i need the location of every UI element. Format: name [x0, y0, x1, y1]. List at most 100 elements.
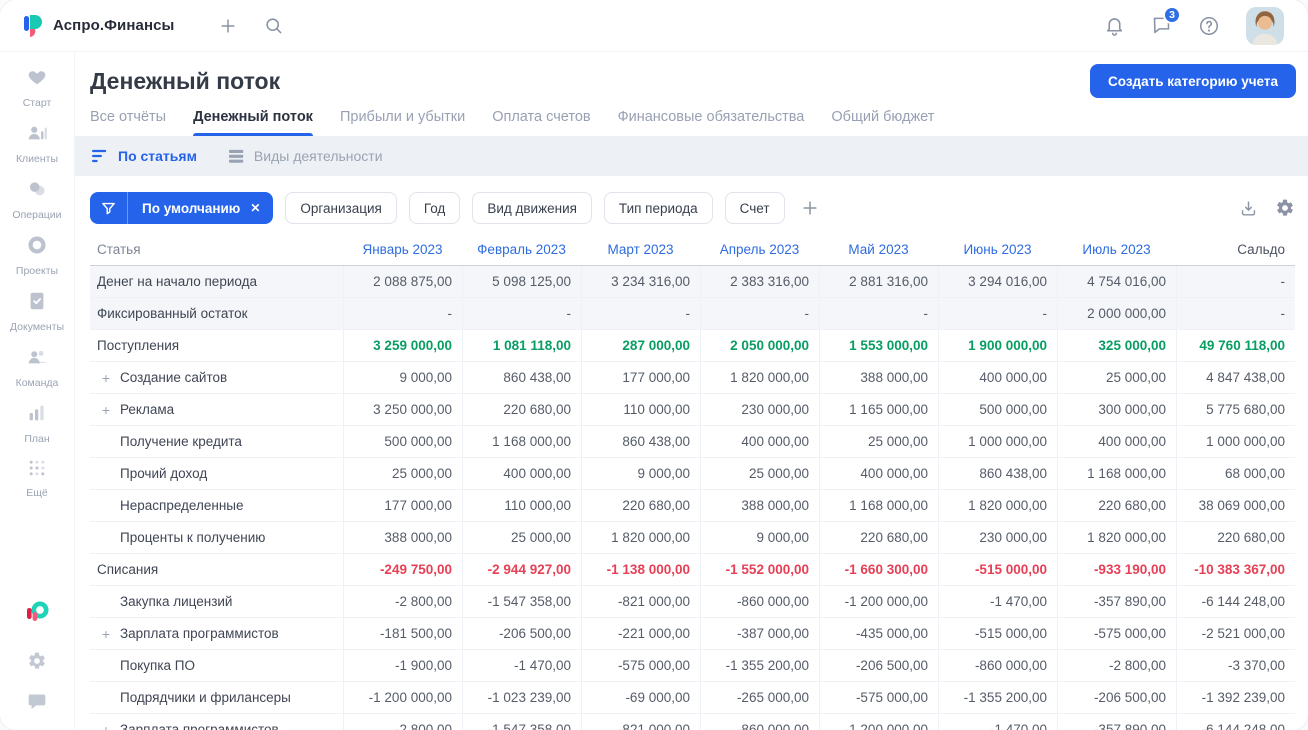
table-row[interactable]: + Создание сайтов 9 000,00 860 438,00 177 00…	[90, 362, 1295, 394]
column-header[interactable]: Январь 2023	[343, 242, 462, 257]
filter-chip[interactable]: Организация	[285, 192, 397, 224]
value-cell: -2 800,00	[343, 586, 462, 617]
expand-plus-icon[interactable]: +	[101, 403, 111, 417]
table-row[interactable]: + Реклама 3 250 000,00 220 680,00 110 000,00…	[90, 394, 1295, 426]
value-cell: 325 000,00	[1057, 330, 1176, 361]
filter-chip[interactable]: Счет	[724, 192, 785, 224]
table-row[interactable]: Покупка ПО -1 900,00 -1 470,00 -575 000,00-…	[90, 650, 1295, 682]
active-filter-pill[interactable]: По умолчанию ✕	[90, 192, 274, 224]
row-label: Денег на начало периода	[90, 266, 343, 297]
sidebar-item-more[interactable]: Ещё	[10, 458, 64, 499]
value-cell: 1 820 000,00	[938, 490, 1057, 521]
row-label: Нераспределенные	[90, 490, 343, 521]
value-cell: 500 000,00	[938, 394, 1057, 425]
column-header[interactable]: Июль 2023	[1057, 242, 1176, 257]
table-row[interactable]: Получение кредита 500 000,00 1 168 000,00 8…	[90, 426, 1295, 458]
value-cell: 860 438,00	[581, 426, 700, 457]
table-row[interactable]: Прочий доход 25 000,00 400 000,00 9 000,00 2…	[90, 458, 1295, 490]
support-chat-icon[interactable]	[27, 692, 47, 712]
download-icon[interactable]	[1239, 198, 1258, 218]
table-row[interactable]: Проценты к получению 388 000,00 25 000,00 1…	[90, 522, 1295, 554]
table-row[interactable]: Нераспределенные 177 000,00 110 000,00 220 …	[90, 490, 1295, 522]
sidebar-item-documents[interactable]: Документы	[10, 290, 64, 333]
sidebar-item-team[interactable]: Команда	[10, 346, 64, 389]
clients-icon	[26, 122, 48, 149]
sidebar-item-projects[interactable]: Проекты	[10, 234, 64, 277]
value-cell: -1 392 239,00	[1176, 682, 1295, 713]
filter-chip[interactable]: Тип периода	[603, 192, 713, 224]
create-category-button[interactable]: Создать категорию учета	[1090, 64, 1296, 98]
value-cell: -435 000,00	[819, 618, 938, 649]
filter-chip[interactable]: Вид движения	[472, 192, 592, 224]
tab-report[interactable]: Оплата счетов	[492, 109, 590, 136]
tab-report[interactable]: Прибыли и убытки	[340, 109, 465, 136]
value-cell: 49 760 118,00	[1176, 330, 1295, 361]
notifications-bell-icon[interactable]	[1104, 15, 1125, 36]
value-cell: 2 050 000,00	[700, 330, 819, 361]
value-cell: 5 775 680,00	[1176, 394, 1295, 425]
column-header[interactable]: Статья	[90, 242, 343, 257]
value-cell: -1 200 000,00	[819, 714, 938, 730]
column-header[interactable]: Сальдо	[1176, 242, 1295, 257]
value-cell: 1 900 000,00	[938, 330, 1057, 361]
tab-active-report[interactable]: Денежный поток	[193, 109, 313, 136]
help-icon[interactable]	[1198, 15, 1220, 37]
messages-chat-icon[interactable]: 3	[1151, 5, 1181, 38]
tab-report[interactable]: Общий бюджет	[831, 109, 934, 136]
clear-filter-icon[interactable]: ✕	[250, 201, 260, 215]
value-cell: 220 680,00	[462, 394, 581, 425]
column-header[interactable]: Май 2023	[819, 242, 938, 257]
column-header[interactable]: Февраль 2023	[462, 242, 581, 257]
table-row[interactable]: Подрядчики и фрилансеры -1 200 000,00 -1 0…	[90, 682, 1295, 714]
row-label-text: Создание сайтов	[120, 370, 228, 385]
row-label: Прочий доход	[90, 458, 343, 489]
tab-report[interactable]: Финансовые обязательства	[618, 109, 805, 136]
view-tab-activity-types[interactable]: Виды деятельности	[228, 148, 383, 164]
value-cell: -1 200 000,00	[343, 682, 462, 713]
value-cell: 860 438,00	[462, 362, 581, 393]
funnel-icon[interactable]	[90, 192, 128, 224]
table-row[interactable]: Фиксированный остаток - - - - - -2 000 000,00-	[90, 298, 1295, 330]
view-tab-by-articles[interactable]: По статьям	[92, 148, 197, 164]
expand-plus-icon[interactable]: +	[101, 371, 111, 385]
value-cell: -69 000,00	[581, 682, 700, 713]
value-cell: 110 000,00	[462, 490, 581, 521]
user-avatar[interactable]	[1246, 6, 1284, 45]
value-cell: -206 500,00	[1057, 682, 1176, 713]
column-header[interactable]: Апрель 2023	[700, 242, 819, 257]
cashflow-table: Статья Январь 2023 Февраль 2023 Март 2023 Ап…	[90, 234, 1295, 730]
add-filter-button[interactable]	[800, 198, 820, 218]
settings-gear-icon[interactable]	[27, 651, 47, 671]
table-row[interactable]: + Зарплата программистов -181 500,00 -206 5…	[90, 618, 1295, 650]
row-label-text: Закупка лицензий	[120, 594, 233, 609]
column-header[interactable]: Март 2023	[581, 242, 700, 257]
value-cell: -1 200 000,00	[819, 586, 938, 617]
table-row[interactable]: + Зарплата программистов -2 800,00 -1 547 3…	[90, 714, 1295, 730]
table-row[interactable]: Списания -249 750,00 -2 944 927,00 -1 138 0…	[90, 554, 1295, 586]
expand-plus-icon[interactable]: +	[101, 723, 111, 730]
sidebar-item-operations[interactable]: Операции	[10, 178, 64, 221]
sidebar-item-plan[interactable]: План	[10, 402, 64, 445]
value-cell: 2 000 000,00	[1057, 298, 1176, 329]
expand-plus-icon[interactable]: +	[101, 627, 111, 641]
row-label-text: Списания	[97, 562, 159, 577]
column-header[interactable]: Июнь 2023	[938, 242, 1057, 257]
table-row[interactable]: Денег на начало периода 2 088 875,00 5 098…	[90, 266, 1295, 298]
table-row[interactable]: Поступления 3 259 000,00 1 081 118,00 287 0…	[90, 330, 1295, 362]
value-cell: 3 294 016,00	[938, 266, 1057, 297]
search-icon[interactable]	[264, 16, 283, 35]
aspro-mark-icon[interactable]	[24, 601, 50, 630]
table-row[interactable]: Закупка лицензий -2 800,00 -1 547 358,00 -8…	[90, 586, 1295, 618]
sidebar-item-label: Документы	[9, 321, 65, 333]
value-cell: 220 680,00	[819, 522, 938, 553]
filter-chip[interactable]: Год	[408, 192, 461, 224]
table-settings-gear-icon[interactable]	[1275, 198, 1295, 218]
quick-add-button[interactable]	[218, 16, 238, 36]
row-label: Подрядчики и фрилансеры	[90, 682, 343, 713]
value-cell: -821 000,00	[581, 714, 700, 730]
sidebar-item-clients[interactable]: Клиенты	[10, 122, 64, 165]
value-cell: -2 521 000,00	[1176, 618, 1295, 649]
sidebar-item-label: Команда	[15, 377, 59, 389]
tab-report[interactable]: Все отчёты	[90, 109, 166, 136]
sidebar-item-start[interactable]: Старт	[10, 66, 64, 109]
